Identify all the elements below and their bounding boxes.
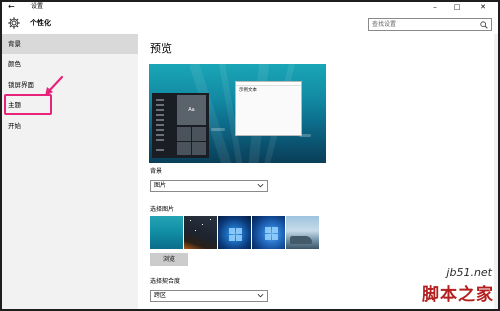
windows-logo-pane <box>272 234 278 240</box>
title-bar: ← 设置 – □ ✕ <box>2 2 498 12</box>
start-menu-line <box>156 149 164 151</box>
choose-fit-label: 选择契合度 <box>150 278 181 285</box>
star-dot <box>202 224 203 225</box>
desktop-preview: Aa 示例文本 <box>149 64 326 163</box>
preview-heading: 预览 <box>150 42 172 55</box>
picture-thumbnail-coast[interactable] <box>286 216 319 249</box>
start-menu-line <box>156 99 164 101</box>
start-menu-line <box>156 134 164 136</box>
sample-window-preview: 示例文本 <box>235 81 302 136</box>
preview-tile <box>177 127 191 141</box>
background-dropdown-value: 图片 <box>154 182 167 189</box>
start-menu-line <box>156 114 164 116</box>
preview-tile <box>192 127 206 141</box>
start-menu-line <box>156 109 164 111</box>
start-menu-line <box>156 129 164 131</box>
windows-logo-pane <box>265 234 271 240</box>
star-dot <box>190 220 191 221</box>
search-icon[interactable] <box>480 21 488 29</box>
windows-logo-pane <box>229 235 235 241</box>
sidebar-item-colors[interactable]: 颜色 <box>2 54 138 74</box>
watermark-name: 脚本之家 <box>422 285 494 305</box>
picture-thumbnail-windows-light[interactable] <box>252 216 285 249</box>
preview-tile <box>177 142 191 155</box>
star-dot <box>195 230 196 231</box>
sidebar-item-lock-screen[interactable]: 锁屏界面 <box>2 75 138 95</box>
close-button[interactable]: ✕ <box>472 2 494 12</box>
sample-window-titlebar <box>236 82 301 86</box>
chevron-down-icon <box>257 183 264 188</box>
picture-thumbnail-underwater[interactable] <box>150 216 183 249</box>
preview-tile-aa: Aa <box>177 95 206 125</box>
windows-logo-pane <box>229 228 235 234</box>
star-dot <box>210 219 211 220</box>
search-box[interactable] <box>368 18 492 31</box>
app-title: 设置 <box>31 3 44 10</box>
page-header: 个性化 <box>2 12 498 34</box>
windows-logo-pane <box>272 227 278 233</box>
windows-logo-pane <box>236 228 242 234</box>
chevron-down-icon <box>257 293 264 298</box>
preview-tile <box>192 142 206 155</box>
swimmer-shape <box>211 128 225 131</box>
background-dropdown[interactable]: 图片 <box>150 180 268 192</box>
search-input[interactable] <box>372 19 477 30</box>
start-menu-line <box>156 104 164 106</box>
windows-logo-pane <box>236 235 242 241</box>
fit-dropdown[interactable]: 跨区 <box>150 290 268 302</box>
watermark: jb51.net 脚本之家 <box>372 266 498 308</box>
sidebar-item-start[interactable]: 开始 <box>2 116 138 136</box>
gear-icon <box>8 17 20 29</box>
fit-dropdown-value: 跨区 <box>154 292 167 299</box>
picture-thumbnail-night-sky[interactable] <box>184 216 217 249</box>
start-menu-line <box>156 124 164 126</box>
maximize-button[interactable]: □ <box>446 2 468 12</box>
back-button[interactable]: ← <box>8 2 22 12</box>
minimize-button[interactable]: – <box>424 2 446 12</box>
start-menu-preview: Aa <box>152 93 209 158</box>
start-menu-line <box>156 139 164 141</box>
sidebar-item-background[interactable]: 背景 <box>2 34 138 54</box>
choose-picture-label: 选择图片 <box>150 206 175 213</box>
start-menu-line <box>156 119 164 121</box>
windows-logo-pane <box>265 227 271 233</box>
sidebar: 背景 颜色 锁屏界面 主题 开始 <box>2 34 138 309</box>
annotation-arrow-icon <box>45 75 64 96</box>
rock-shape <box>290 236 312 244</box>
sample-text: 示例文本 <box>239 88 257 93</box>
browse-button[interactable]: 浏览 <box>150 253 188 266</box>
picture-thumbnail-windows-blue[interactable] <box>218 216 251 249</box>
watermark-site: jb51.net <box>446 266 492 279</box>
background-label: 背景 <box>150 168 163 175</box>
page-title: 个性化 <box>30 19 51 27</box>
